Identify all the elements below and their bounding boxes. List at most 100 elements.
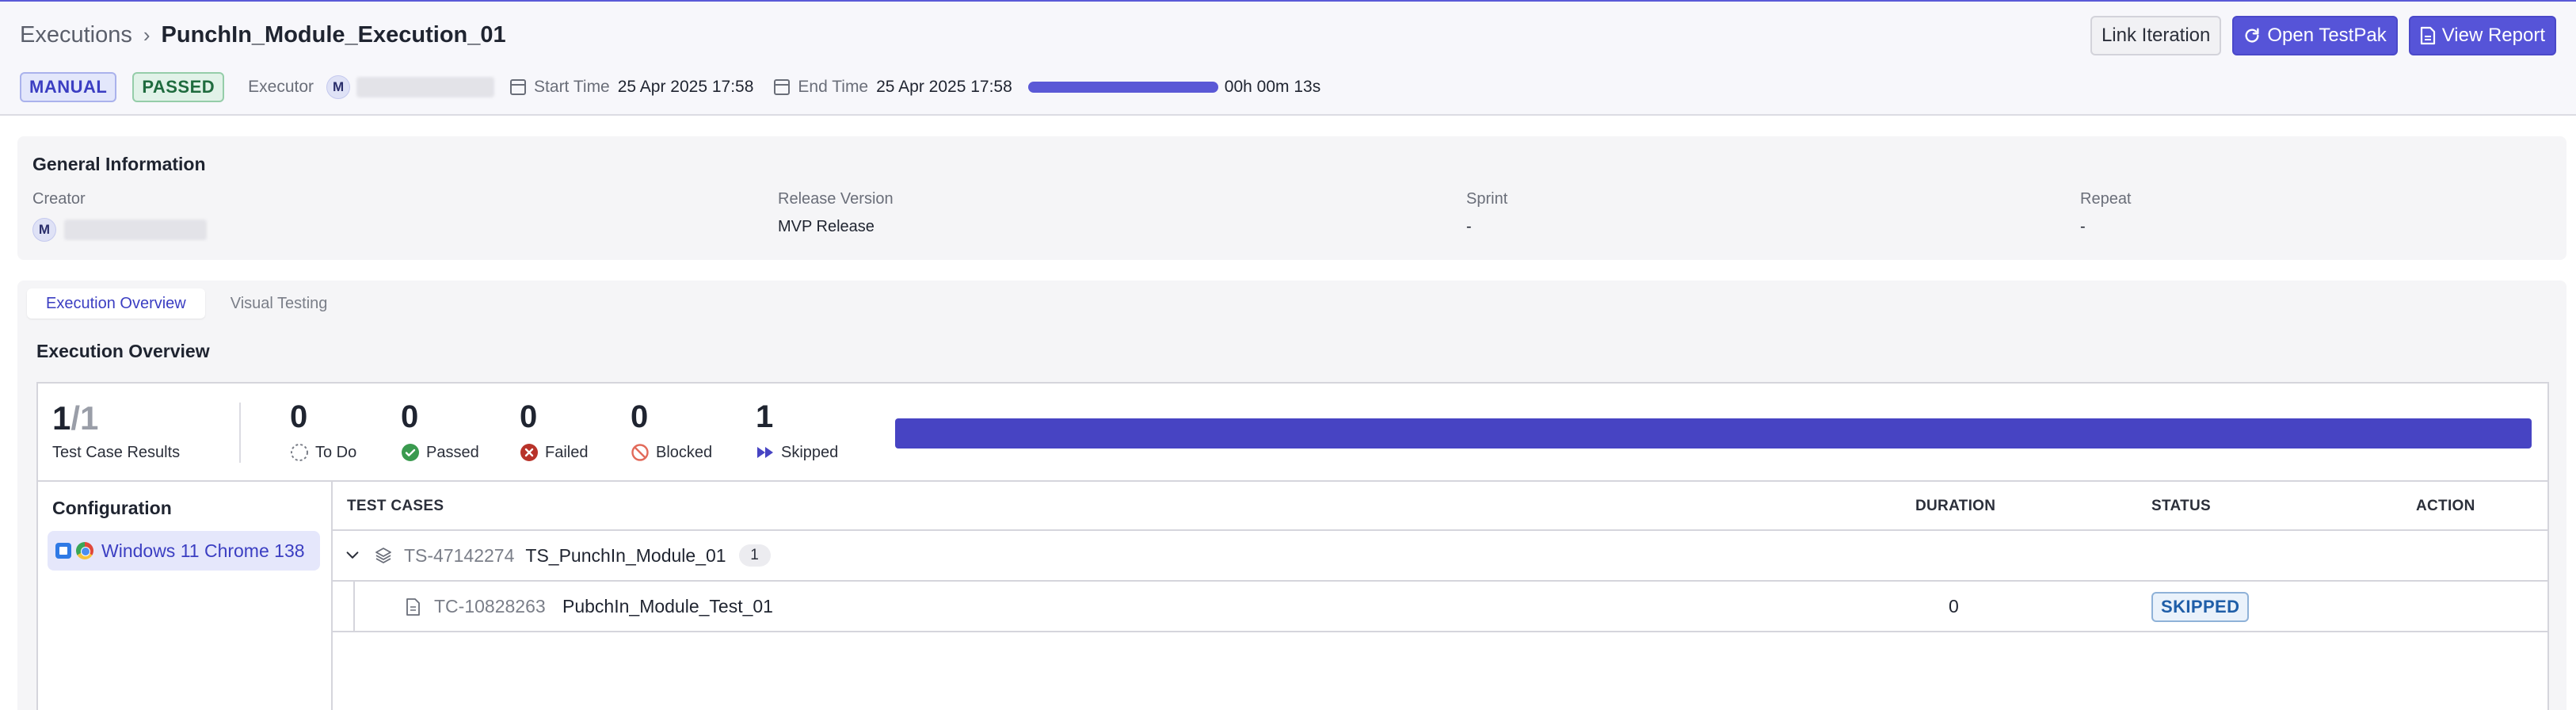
- repeat-value: -: [2080, 218, 2086, 235]
- breadcrumb: Executions › PunchIn_Module_Execution_01: [20, 22, 506, 48]
- link-iteration-button[interactable]: Link Iteration: [2090, 16, 2222, 55]
- breadcrumb-executions-link[interactable]: Executions: [20, 22, 132, 48]
- creator-avatar: M: [32, 218, 56, 242]
- creator-name-redacted: [64, 219, 207, 240]
- header-status: STATUS: [2151, 498, 2211, 514]
- calendar-icon: [774, 79, 791, 95]
- execution-result-badge: PASSED: [132, 72, 225, 102]
- execution-meta: MANUAL PASSED Executor M Start Time 25 A…: [20, 71, 1320, 103]
- execution-overview-panel: Execution Overview Visual Testing Execut…: [17, 281, 2566, 710]
- total-results: 1/1 Test Case Results: [52, 399, 180, 462]
- chrome-icon: [76, 542, 93, 559]
- execution-type-badge: MANUAL: [20, 72, 117, 102]
- suite-id: TS-47142274: [404, 544, 515, 566]
- stat-failed: 0 Failed: [520, 399, 588, 462]
- stat-passed-label: Passed: [426, 443, 479, 461]
- stat-blocked: 0 Blocked: [631, 399, 712, 462]
- end-time-label: End Time: [798, 78, 869, 96]
- table-header: TEST CASES DURATION STATUS ACTION: [333, 482, 2547, 531]
- sprint-value: -: [1466, 218, 1472, 235]
- stat-blocked-count: 0: [631, 399, 649, 434]
- execution-duration: 00h 00m 13s: [1224, 78, 1321, 96]
- configuration-item[interactable]: Windows 11 Chrome 138: [48, 531, 320, 571]
- status-badge: SKIPPED: [2151, 592, 2250, 622]
- header-test-cases: TEST CASES: [347, 498, 444, 514]
- calendar-icon: [510, 79, 527, 95]
- general-information-panel: General Information Creator M Release Ve…: [17, 136, 2566, 260]
- execution-header: Executions › PunchIn_Module_Execution_01…: [0, 2, 2576, 116]
- suite-name: TS_PunchIn_Module_01: [525, 544, 726, 566]
- test-case-document-icon: [406, 598, 420, 616]
- overview-tabs: Execution Overview Visual Testing: [27, 288, 346, 319]
- table-row-case[interactable]: TC-10828263 PubchIn_Module_Test_01 0 SKI…: [333, 582, 2547, 632]
- summary-divider: [239, 403, 241, 463]
- open-testpak-button[interactable]: Open TestPak: [2232, 16, 2398, 55]
- breadcrumb-separator: ›: [143, 23, 151, 47]
- total-all-count: /1: [70, 399, 99, 437]
- executor-avatar: M: [326, 75, 351, 99]
- repeat-label: Repeat: [2080, 190, 2132, 208]
- sprint-label: Sprint: [1466, 190, 1508, 208]
- total-done-count: 1: [52, 399, 71, 437]
- header-action: ACTION: [2416, 498, 2475, 514]
- view-report-button[interactable]: View Report: [2408, 16, 2556, 55]
- header-actions: Link Iteration Open TestPak View Report: [2090, 16, 2556, 55]
- start-time-label: Start Time: [534, 78, 610, 96]
- executor-label: Executor: [248, 78, 314, 96]
- configuration-panel: Configuration Windows 11 Chrome 138: [38, 482, 333, 710]
- failed-icon: [520, 444, 538, 461]
- document-icon: [2420, 26, 2435, 45]
- configuration-title: Configuration: [52, 498, 172, 518]
- release-version-value: MVP Release: [778, 218, 875, 235]
- refresh-icon: [2245, 28, 2259, 43]
- layers-icon: [375, 548, 391, 563]
- test-cases-table: TEST CASES DURATION STATUS ACTION TS-471…: [333, 482, 2547, 710]
- start-time-value: 25 Apr 2025 17:58: [617, 78, 754, 96]
- results-distribution-bar: [895, 418, 2532, 449]
- execution-progress-bar: [1027, 82, 1218, 93]
- executor-name-redacted: [356, 77, 495, 97]
- total-results-label: Test Case Results: [52, 444, 181, 461]
- tab-execution-overview[interactable]: Execution Overview: [27, 288, 205, 319]
- release-version-field: Release Version MVP Release: [778, 190, 894, 236]
- stat-skipped-label: Skipped: [781, 443, 839, 461]
- passed-icon: [402, 444, 419, 461]
- stat-todo: 0 To Do: [290, 399, 356, 462]
- open-testpak-label: Open TestPak: [2267, 25, 2387, 46]
- stat-passed: 0 Passed: [401, 399, 479, 462]
- todo-icon: [291, 444, 308, 461]
- repeat-field: Repeat -: [2080, 190, 2132, 236]
- windows-icon: [55, 543, 71, 559]
- results-summary: 1/1 Test Case Results 0 To Do 0 Passed 0: [38, 384, 2547, 482]
- header-duration: DURATION: [1915, 498, 1996, 514]
- creator-label: Creator: [32, 190, 86, 208]
- page-title: PunchIn_Module_Execution_01: [161, 22, 506, 48]
- view-report-label: View Report: [2441, 25, 2545, 46]
- stat-skipped-count: 1: [756, 399, 774, 434]
- chevron-down-icon[interactable]: [344, 547, 361, 564]
- execution-overview-title: Execution Overview: [36, 341, 210, 361]
- stat-todo-count: 0: [290, 399, 308, 434]
- creator-field: Creator M: [32, 190, 207, 242]
- configuration-item-label: Windows 11 Chrome 138: [101, 540, 305, 561]
- skipped-icon: [757, 447, 773, 458]
- tab-visual-testing[interactable]: Visual Testing: [211, 288, 347, 319]
- case-id: TC-10828263: [434, 596, 546, 616]
- suite-case-count: 1: [738, 544, 771, 567]
- general-information-title: General Information: [32, 154, 206, 174]
- case-name[interactable]: PubchIn_Module_Test_01: [562, 596, 773, 617]
- sprint-field: Sprint -: [1466, 190, 1507, 236]
- blocked-icon: [631, 444, 649, 461]
- case-duration: 0: [1949, 596, 1959, 616]
- stat-skipped: 1 Skipped: [756, 399, 838, 462]
- stat-failed-count: 0: [520, 399, 538, 434]
- stat-todo-label: To Do: [315, 443, 357, 461]
- tree-line: [353, 582, 355, 632]
- table-row-suite[interactable]: TS-47142274 TS_PunchIn_Module_01 1: [333, 531, 2547, 582]
- end-time-value: 25 Apr 2025 17:58: [876, 78, 1012, 96]
- stat-blocked-label: Blocked: [656, 443, 713, 461]
- stat-failed-label: Failed: [545, 443, 589, 461]
- release-version-label: Release Version: [778, 190, 894, 208]
- execution-overview-box: 1/1 Test Case Results 0 To Do 0 Passed 0: [36, 382, 2549, 710]
- stat-passed-count: 0: [401, 399, 419, 434]
